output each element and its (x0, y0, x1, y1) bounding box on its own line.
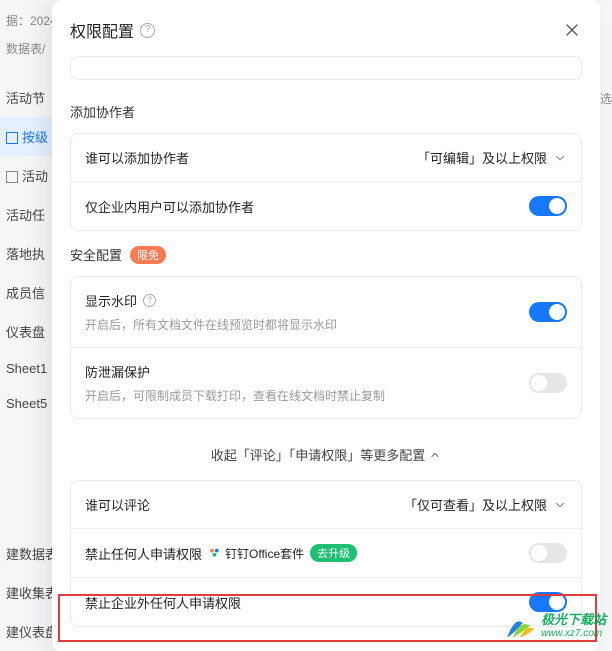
more-card: 谁可以评论 「仅可查看」及以上权限 禁止任何人申请权限 钉钉Office套件 去… (70, 480, 582, 627)
bg-create-item[interactable]: 建数据表 (0, 534, 52, 573)
bg-sheet-item[interactable]: 活动 (0, 156, 52, 195)
forbid-external-request-toggle[interactable] (529, 592, 567, 612)
close-icon[interactable] (562, 20, 582, 40)
panel-header: 权限配置 ? (70, 18, 582, 42)
forbid-any-request-row: 禁止任何人申请权限 钉钉Office套件 去升级 (71, 528, 581, 577)
forbid-any-request-toggle[interactable] (529, 543, 567, 563)
who-can-comment-value: 「仅可查看」及以上权限 (404, 495, 567, 514)
bg-sheet-item[interactable]: 仪表盘 (0, 312, 52, 351)
bg-create-item[interactable]: 建收集表 (0, 573, 52, 612)
bg-sheet-item[interactable]: 成员信 (0, 273, 52, 312)
card-placeholder (70, 56, 582, 80)
permission-panel: 权限配置 ? 添加协作者 谁可以添加协作者 「可编辑」及以上权限 仅企业内用户可… (52, 0, 600, 651)
collapse-more-link[interactable]: 收起「评论」「申请权限」等更多配置 (70, 433, 582, 480)
bg-bottom-list: 建数据表建收集表建仪表盘 (0, 534, 52, 651)
security-card: 显示水印 ? 开启后，所有文档文件在线预览时都将显示水印 防泄漏保护 开启后，可… (70, 276, 582, 419)
dingtalk-office-suite: 钉钉Office套件 (208, 545, 304, 562)
section-title-security: 安全配置 限免 (70, 245, 582, 264)
forbid-external-request-label: 禁止企业外任何人申请权限 (85, 593, 241, 612)
bg-breadcrumb: 数据表/ (0, 36, 51, 61)
bg-sheet-item[interactable]: 活动节 (0, 78, 52, 117)
upgrade-badge[interactable]: 去升级 (310, 544, 357, 562)
internal-only-row: 仅企业内用户可以添加协作者 (71, 181, 581, 230)
internal-only-label: 仅企业内用户可以添加协作者 (85, 197, 254, 216)
who-can-comment-label: 谁可以评论 (85, 495, 150, 514)
bg-create-item[interactable]: 建仪表盘 (0, 612, 52, 651)
chevron-up-icon (429, 449, 441, 461)
bg-sheet-list: 活动节按级活动活动任落地执成员信仪表盘Sheet1Sheet5 (0, 78, 52, 421)
leak-row: 防泄漏保护 开启后，可限制成员下载打印，查看在线文档时禁止复制 (71, 347, 581, 418)
bg-edge-text: 选 (600, 90, 612, 107)
bg-sheet-item[interactable]: 活动任 (0, 195, 52, 234)
watermark-label: 显示水印 ? (85, 291, 337, 310)
panel-title: 权限配置 ? (70, 18, 155, 42)
forbid-external-request-row: 禁止企业外任何人申请权限 (71, 577, 581, 626)
watermark-desc: 开启后，所有文档文件在线预览时都将显示水印 (85, 316, 337, 333)
who-can-comment-row[interactable]: 谁可以评论 「仅可查看」及以上权限 (71, 481, 581, 528)
bg-sheet-item[interactable]: Sheet1 (0, 351, 52, 386)
forbid-any-request-label: 禁止任何人申请权限 钉钉Office套件 去升级 (85, 544, 357, 563)
help-icon[interactable]: ? (143, 294, 156, 307)
leak-label: 防泄漏保护 (85, 362, 385, 381)
free-badge: 限免 (130, 246, 166, 264)
chevron-down-icon (553, 151, 567, 165)
leak-toggle[interactable] (529, 373, 567, 393)
leak-desc: 开启后，可限制成员下载打印，查看在线文档时禁止复制 (85, 387, 385, 404)
chevron-down-icon (553, 498, 567, 512)
help-icon[interactable]: ? (140, 23, 155, 38)
collab-card: 谁可以添加协作者 「可编辑」及以上权限 仅企业内用户可以添加协作者 (70, 133, 582, 231)
bg-sheet-item[interactable]: 落地执 (0, 234, 52, 273)
watermark-row: 显示水印 ? 开启后，所有文档文件在线预览时都将显示水印 (71, 277, 581, 347)
section-title-collab: 添加协作者 (70, 102, 582, 121)
who-can-add-row[interactable]: 谁可以添加协作者 「可编辑」及以上权限 (71, 134, 581, 181)
bg-sheet-item[interactable]: 按级 (0, 117, 52, 156)
who-can-add-label: 谁可以添加协作者 (85, 148, 189, 167)
internal-only-toggle[interactable] (529, 196, 567, 216)
bg-sheet-item[interactable]: Sheet5 (0, 386, 52, 421)
dingtalk-icon (208, 546, 222, 560)
watermark-toggle[interactable] (529, 302, 567, 322)
who-can-add-value: 「可编辑」及以上权限 (417, 148, 567, 167)
